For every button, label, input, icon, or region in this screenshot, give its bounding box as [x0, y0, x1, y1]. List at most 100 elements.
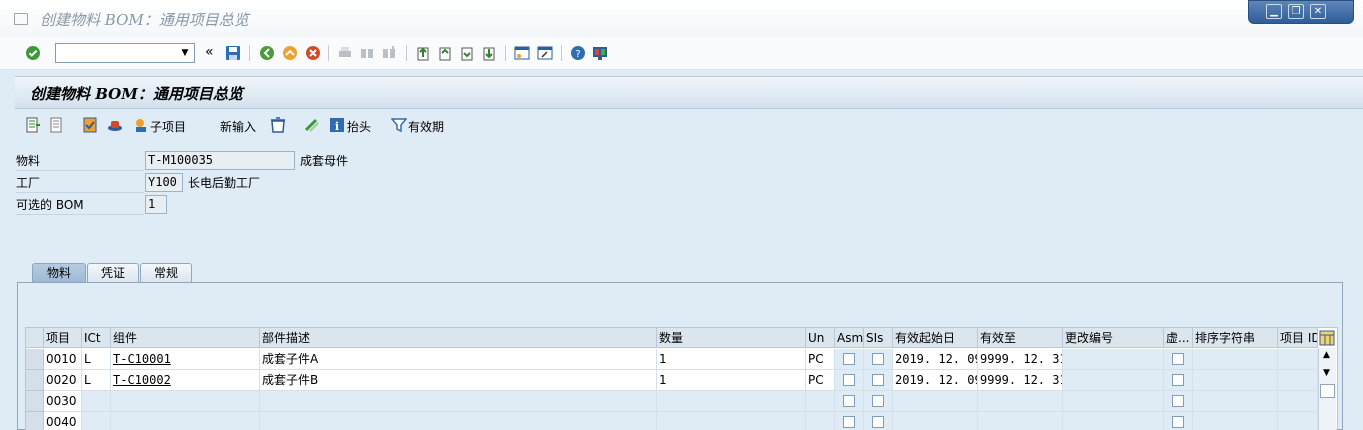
- cell-unit[interactable]: PC: [806, 349, 835, 370]
- checkbox[interactable]: [843, 353, 855, 365]
- cell-quantity[interactable]: 1: [657, 349, 806, 370]
- alt-bom-field[interactable]: 1: [145, 195, 167, 214]
- cell-valid-to[interactable]: 9999. 12. 31: [978, 349, 1063, 370]
- col-component[interactable]: 组件: [111, 328, 260, 348]
- item-display-icon[interactable]: [49, 117, 65, 133]
- cell-ict[interactable]: [82, 391, 111, 412]
- col-phantom[interactable]: 虚...: [1164, 328, 1193, 348]
- validity-button[interactable]: 有效期: [408, 118, 444, 135]
- plant-field[interactable]: Y100: [145, 173, 183, 192]
- chevron-down-icon[interactable]: ▼: [178, 46, 192, 60]
- cell-change-number[interactable]: [1063, 370, 1164, 391]
- cell-component[interactable]: [111, 412, 260, 430]
- cell-component[interactable]: [111, 391, 260, 412]
- item-change-icon[interactable]: [25, 117, 41, 133]
- col-valid-to[interactable]: 有效至: [978, 328, 1063, 348]
- cell-description[interactable]: 成套子件A: [260, 349, 657, 370]
- cell-sort-string[interactable]: [1193, 349, 1278, 370]
- cell-component[interactable]: T-C10001: [111, 349, 260, 370]
- cell-sis[interactable]: [864, 349, 893, 370]
- cell-component[interactable]: T-C10002: [111, 370, 260, 391]
- cell-description[interactable]: 成套子件B: [260, 370, 657, 391]
- checkbox[interactable]: [1172, 374, 1184, 386]
- cell-item-id[interactable]: [1278, 349, 1318, 370]
- cell-ict[interactable]: [82, 412, 111, 430]
- cell-item[interactable]: 0030: [44, 391, 82, 412]
- cell-phantom[interactable]: [1164, 349, 1193, 370]
- cell-asm[interactable]: [835, 391, 864, 412]
- cell-sis[interactable]: [864, 391, 893, 412]
- cell-unit[interactable]: [806, 412, 835, 430]
- tab-material[interactable]: 物料: [32, 263, 86, 283]
- cell-valid-to[interactable]: [978, 391, 1063, 412]
- collapse-command-icon[interactable]: «: [205, 44, 214, 60]
- col-item-id[interactable]: 项目 ID: [1278, 328, 1318, 348]
- command-field[interactable]: ▼: [55, 43, 195, 63]
- cell-item-id[interactable]: [1278, 412, 1318, 430]
- checkbox[interactable]: [872, 416, 884, 428]
- subitem-button[interactable]: 子项目: [150, 118, 186, 135]
- cell-quantity[interactable]: 1: [657, 370, 806, 391]
- cell-asm[interactable]: [835, 349, 864, 370]
- cell-item-id[interactable]: [1278, 370, 1318, 391]
- col-unit[interactable]: Un: [806, 328, 835, 348]
- col-sis[interactable]: SIs: [864, 328, 893, 348]
- last-page-icon[interactable]: [481, 45, 497, 61]
- close-icon[interactable]: ✕: [1310, 4, 1326, 19]
- cell-sort-string[interactable]: [1193, 391, 1278, 412]
- save-icon[interactable]: [225, 45, 241, 61]
- cell-ict[interactable]: L: [82, 370, 111, 391]
- col-valid-from[interactable]: 有效起始日: [893, 328, 978, 348]
- col-item[interactable]: 项目: [44, 328, 82, 348]
- help-icon[interactable]: ?: [570, 45, 586, 61]
- cell-change-number[interactable]: [1063, 412, 1164, 430]
- cell-valid-from[interactable]: [893, 391, 978, 412]
- scroll-down-icon[interactable]: ▼: [1323, 368, 1330, 378]
- tab-general[interactable]: 常规: [140, 263, 192, 283]
- row-selector[interactable]: [26, 412, 44, 430]
- new-entries-button[interactable]: 新输入: [220, 118, 256, 135]
- subitem-icon[interactable]: [133, 117, 149, 133]
- scroll-thumb[interactable]: [1320, 384, 1335, 398]
- vertical-scrollbar[interactable]: ▲ ▼: [1318, 348, 1336, 430]
- cell-sort-string[interactable]: [1193, 370, 1278, 391]
- cell-sis[interactable]: [864, 412, 893, 430]
- cell-change-number[interactable]: [1063, 391, 1164, 412]
- next-page-icon[interactable]: [459, 45, 475, 61]
- copy-icon[interactable]: [304, 117, 320, 133]
- col-sort-string[interactable]: 排序字符串: [1193, 328, 1278, 348]
- cell-phantom[interactable]: [1164, 370, 1193, 391]
- checkbox[interactable]: [1172, 416, 1184, 428]
- checkbox[interactable]: [1172, 353, 1184, 365]
- col-description[interactable]: 部件描述: [260, 328, 657, 348]
- cell-valid-to[interactable]: 9999. 12. 31: [978, 370, 1063, 391]
- cell-asm[interactable]: [835, 412, 864, 430]
- checkbox[interactable]: [1172, 395, 1184, 407]
- hat-icon[interactable]: [107, 117, 123, 133]
- col-ict[interactable]: ICt: [82, 328, 111, 348]
- cell-valid-to[interactable]: [978, 412, 1063, 430]
- previous-page-icon[interactable]: [437, 45, 453, 61]
- window-menu-icon[interactable]: [14, 13, 28, 25]
- checkbox[interactable]: [843, 416, 855, 428]
- checkbox[interactable]: [872, 374, 884, 386]
- new-session-icon[interactable]: [514, 45, 530, 61]
- cell-change-number[interactable]: [1063, 349, 1164, 370]
- header-button[interactable]: 抬头: [347, 118, 371, 135]
- info-icon[interactable]: i: [329, 117, 345, 133]
- minimize-icon[interactable]: ▁: [1266, 4, 1282, 19]
- filter-icon[interactable]: [391, 117, 407, 133]
- cell-quantity[interactable]: [657, 412, 806, 430]
- cell-valid-from[interactable]: 2019. 12. 09: [893, 370, 978, 391]
- cell-item-id[interactable]: [1278, 391, 1318, 412]
- row-selector[interactable]: [26, 370, 44, 391]
- table-settings-icon[interactable]: [1319, 330, 1335, 346]
- select-all-rows[interactable]: [26, 328, 44, 348]
- checkbox[interactable]: [872, 395, 884, 407]
- select-all-icon[interactable]: [82, 117, 98, 133]
- cell-description[interactable]: [260, 412, 657, 430]
- enter-icon[interactable]: [25, 45, 41, 61]
- cell-item[interactable]: 0020: [44, 370, 82, 391]
- checkbox[interactable]: [843, 395, 855, 407]
- scroll-up-icon[interactable]: ▲: [1323, 350, 1330, 360]
